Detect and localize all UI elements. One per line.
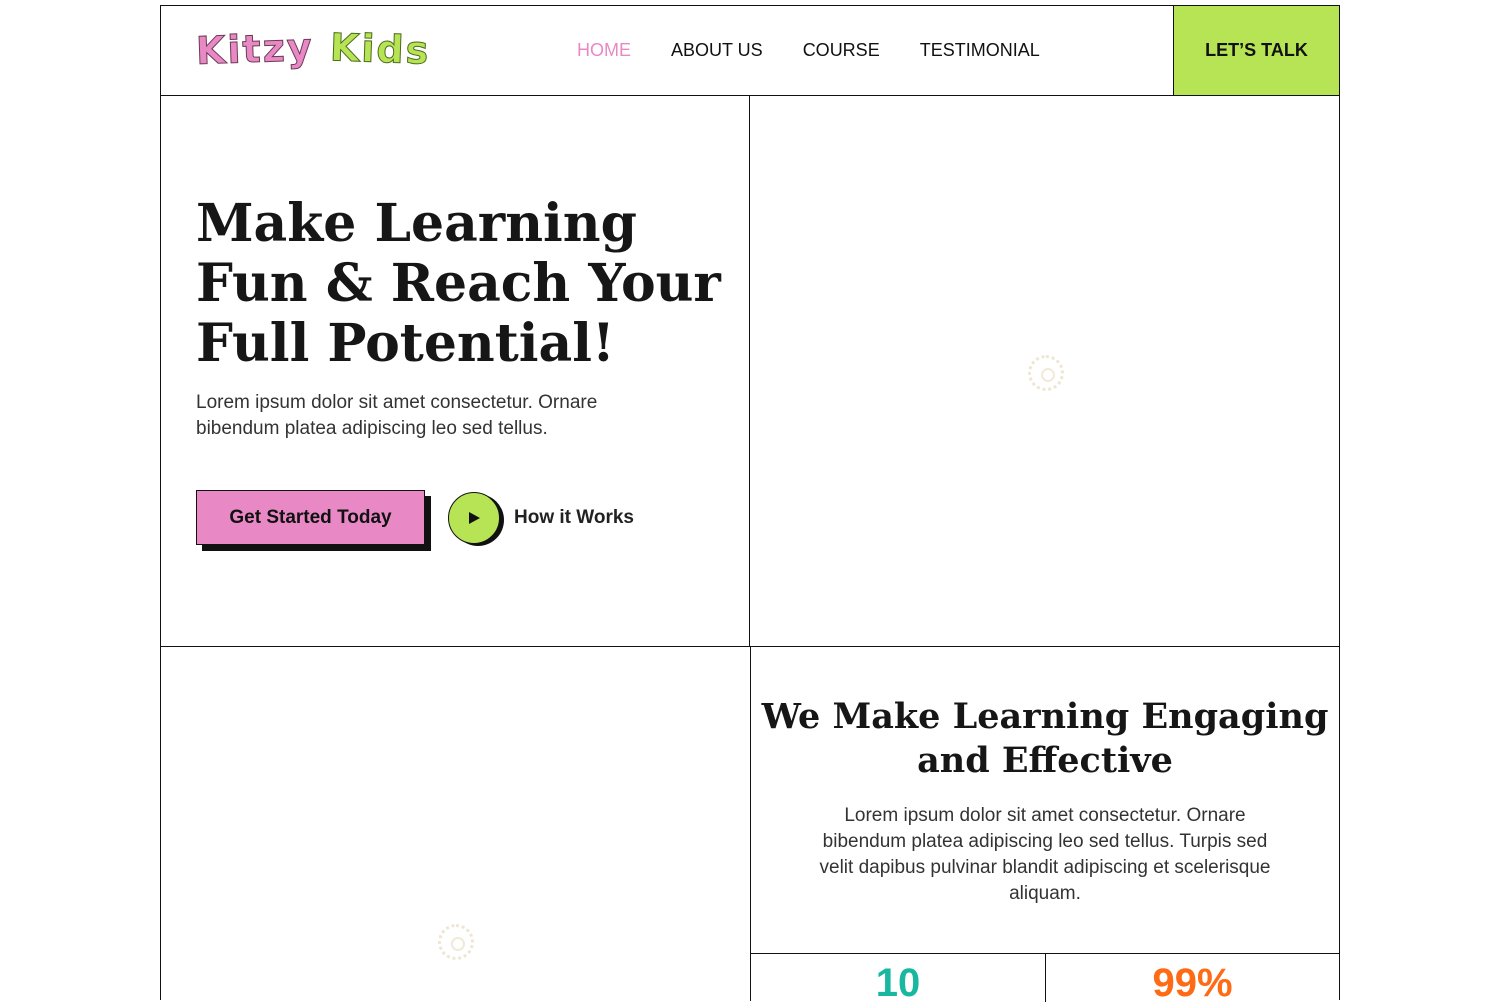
nav-item-course[interactable]: COURSE (803, 40, 880, 61)
stat-value: 99% (1152, 961, 1233, 1002)
loading-spinner-icon (1028, 355, 1064, 391)
page-frame: Kitzy Kids HOME ABOUT US COURSE TESTIMON… (160, 5, 1340, 1002)
logo-word-kitzy: Kitzy (195, 24, 315, 74)
loading-spinner-icon (438, 924, 474, 960)
stat-card: 10 (751, 954, 1045, 1002)
nav-item-about-us[interactable]: ABOUT US (671, 40, 763, 61)
feature-content: We Make Learning Engaging and Effective … (751, 647, 1339, 1002)
stat-card: 99% (1045, 954, 1339, 1002)
logo-word-kids: Kids (328, 25, 431, 73)
brand-logo[interactable]: Kitzy Kids (195, 24, 431, 74)
hero-title: Make Learning Fun & Reach Your Full Pote… (196, 193, 721, 374)
feature-image-area (161, 647, 751, 1001)
how-it-works-button[interactable]: How it Works (448, 490, 634, 545)
how-it-works-label: How it Works (514, 506, 634, 528)
get-started-button[interactable]: Get Started Today (196, 490, 425, 545)
stat-value: 10 (875, 961, 921, 1002)
section-description: Lorem ipsum dolor sit amet consectetur. … (819, 805, 1271, 904)
lets-talk-button[interactable]: LET’S TALK (1173, 6, 1339, 95)
hero-description: Lorem ipsum dolor sit amet consectetur. … (196, 392, 598, 439)
hero-image-area (750, 96, 1339, 647)
play-icon[interactable] (448, 491, 500, 544)
site-header: Kitzy Kids HOME ABOUT US COURSE TESTIMON… (161, 6, 1339, 96)
nav-item-testimonial[interactable]: TESTIMONIAL (920, 40, 1040, 61)
stats-row: 10 99% (751, 953, 1339, 1002)
hero-content: Make Learning Fun & Reach Your Full Pote… (161, 96, 750, 647)
nav-item-home[interactable]: HOME (577, 40, 631, 61)
section-title: We Make Learning Engaging and Effective (761, 696, 1329, 781)
main-nav: HOME ABOUT US COURSE TESTIMONIAL (577, 6, 1040, 95)
